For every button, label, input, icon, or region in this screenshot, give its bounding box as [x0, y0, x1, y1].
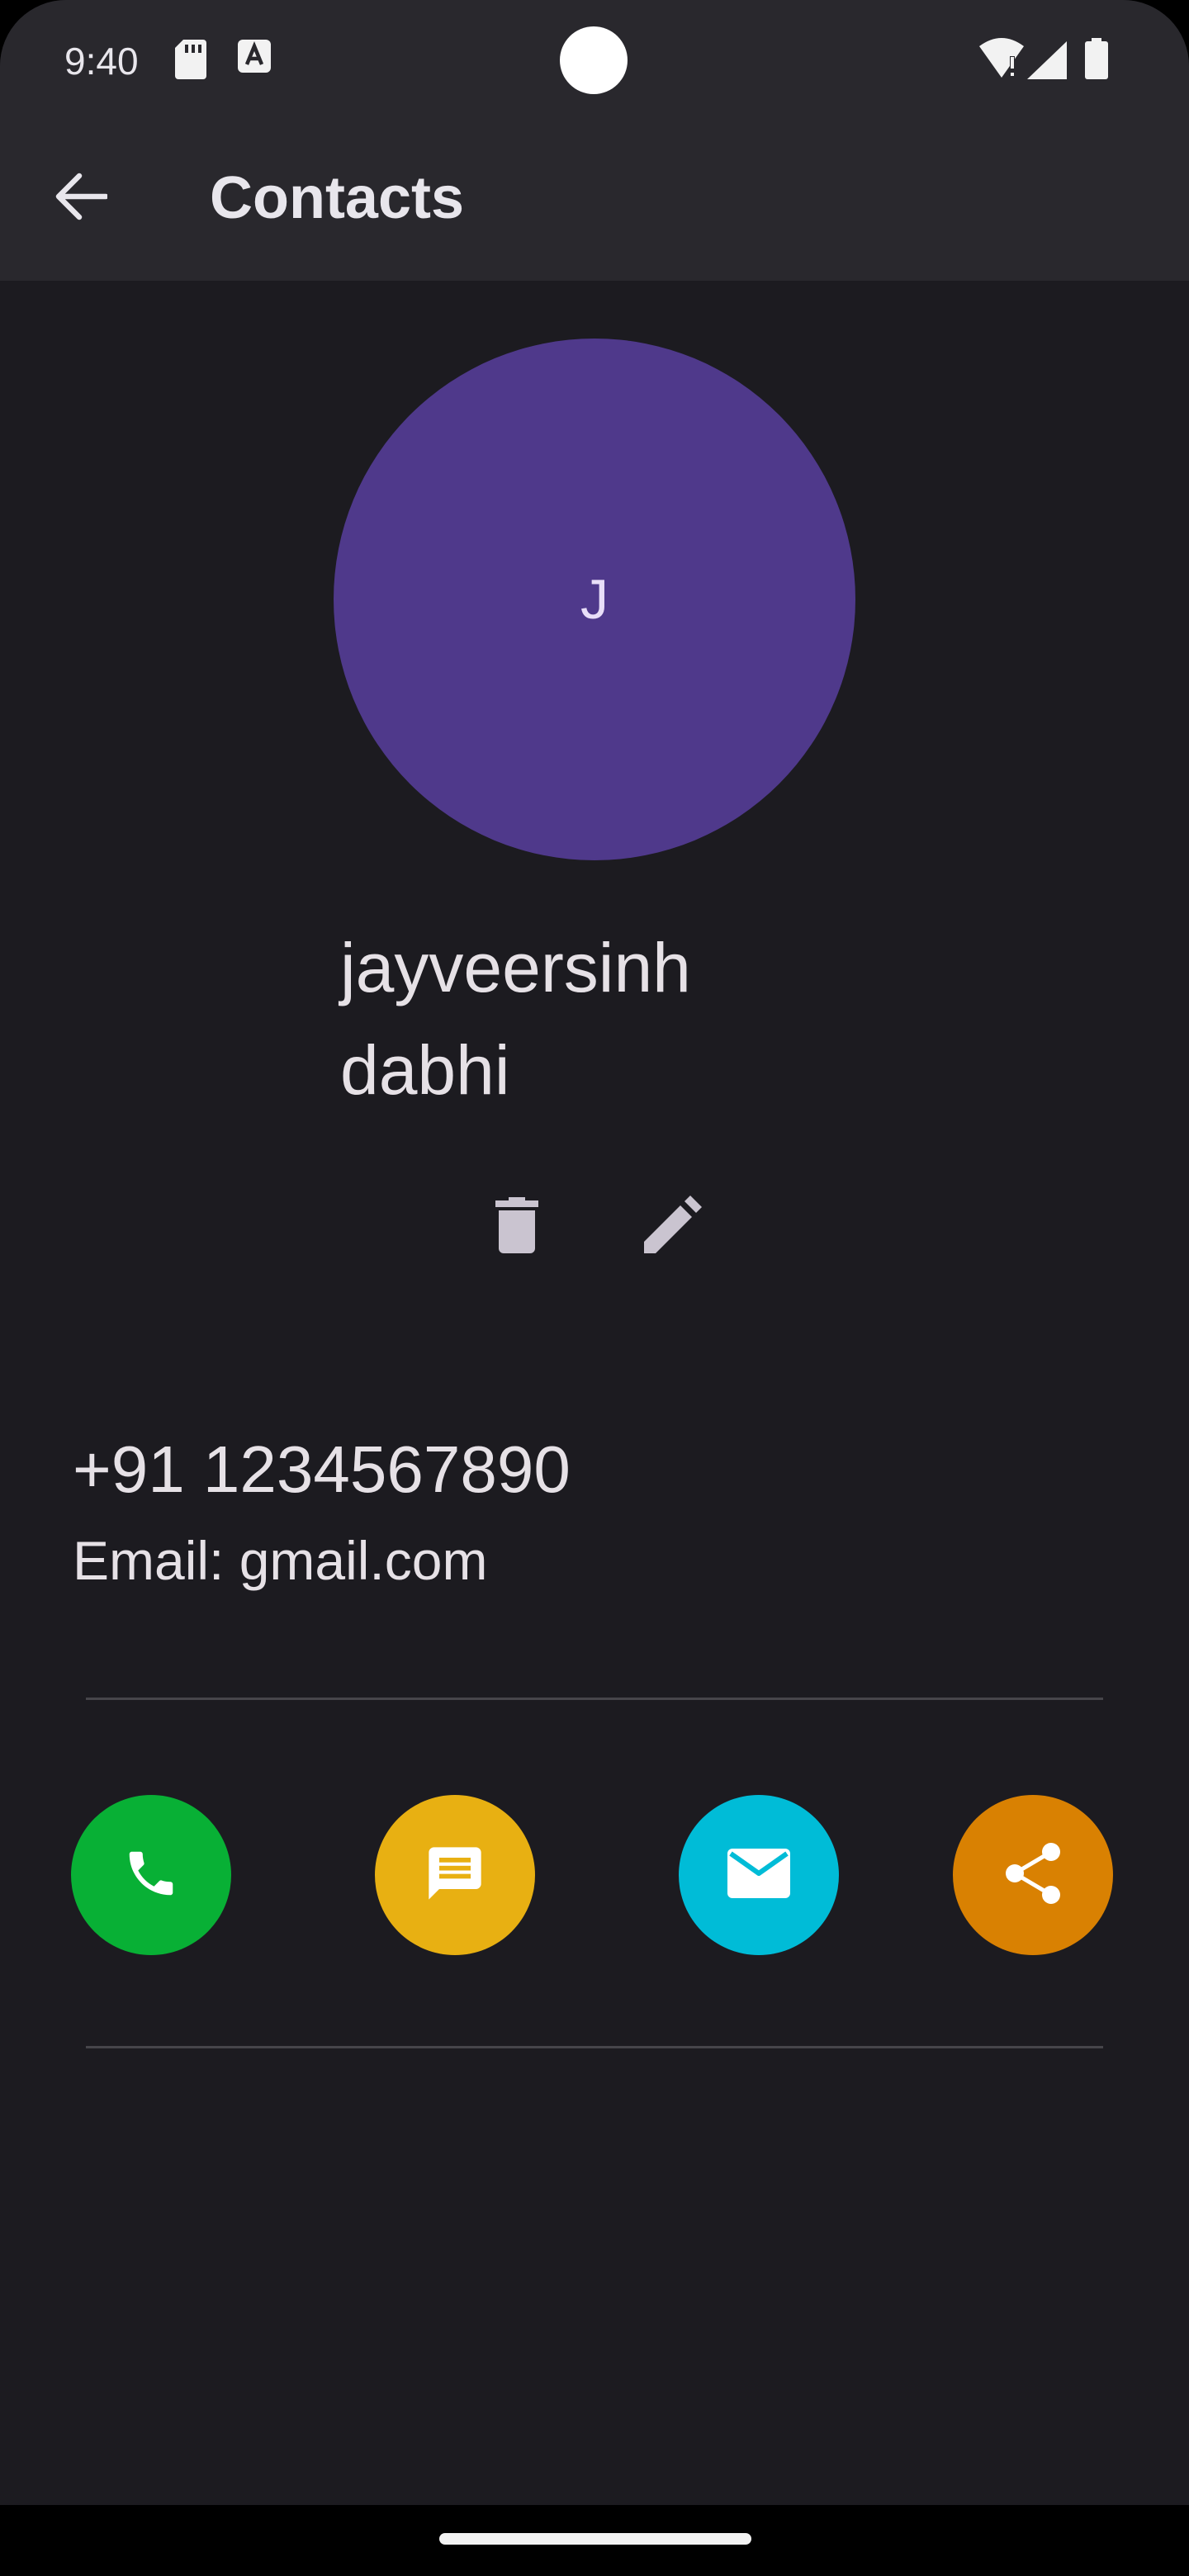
phone-number: +91 1234567890 — [73, 1432, 571, 1506]
avatar-initial: J — [580, 568, 609, 631]
trash-icon — [495, 1196, 538, 1257]
delete-button[interactable] — [476, 1186, 558, 1268]
arrow-back-icon — [54, 173, 109, 225]
cell-signal-icon — [1027, 41, 1067, 83]
message-button[interactable] — [375, 1795, 535, 1955]
call-button[interactable] — [71, 1795, 231, 1955]
mail-icon — [727, 1848, 790, 1902]
share-button[interactable] — [953, 1795, 1113, 1955]
contact-name: jayveersinh dabhi — [340, 929, 691, 1109]
phone-icon — [122, 1844, 180, 1906]
avatar: J — [334, 339, 855, 860]
pencil-icon — [642, 1195, 702, 1259]
sd-card-icon — [175, 40, 211, 81]
divider-bottom — [86, 2046, 1103, 2048]
divider-top — [86, 1698, 1103, 1700]
status-time: 9:40 — [64, 40, 139, 83]
share-icon — [1003, 1842, 1063, 1909]
text-recognition-icon — [238, 40, 274, 81]
email-address: Email: gmail.com — [73, 1530, 488, 1591]
home-gesture-handle[interactable] — [439, 2533, 751, 2545]
back-button[interactable] — [48, 165, 114, 231]
email-button[interactable] — [679, 1795, 839, 1955]
contact-detail-screen: 9:40 Contacts J jayveersinh dabhi +91 12… — [0, 0, 1189, 2576]
battery-icon — [1085, 38, 1110, 79]
chat-icon — [424, 1842, 486, 1909]
wifi-alert-icon — [979, 38, 1024, 79]
front-camera — [560, 26, 628, 94]
top-app-bar: 9:40 Contacts — [0, 0, 1189, 281]
edit-button[interactable] — [631, 1186, 713, 1268]
page-title: Contacts — [210, 165, 465, 231]
